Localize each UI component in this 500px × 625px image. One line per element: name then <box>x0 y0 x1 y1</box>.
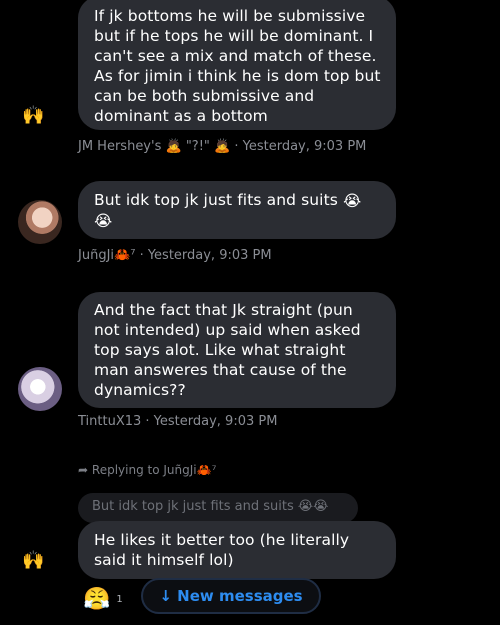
weary-face-icon: 🙇 <box>214 139 231 154</box>
wave-emoji-icon: 🙌 <box>22 550 45 571</box>
message-meta: JM Hershey's 🙇 "?!" 🙇 · Yesterday, 9:03 … <box>78 139 366 154</box>
new-messages-label: ↓ New messages <box>159 587 303 605</box>
replying-to-label[interactable]: ➦ Replying to JuñgJi🦀⁷ <box>78 463 216 477</box>
avatar[interactable] <box>18 367 62 411</box>
loudly-crying-face-icon: 😭😭 <box>297 499 329 514</box>
message-text: man answeres that cause of the <box>94 361 347 379</box>
new-messages-button[interactable]: ↓ New messages <box>141 578 321 614</box>
message-text: As for jimin i think he is dom top but <box>94 67 381 85</box>
message-line: 😭 <box>94 211 380 232</box>
author-name[interactable]: TinttuX13 <box>78 414 141 429</box>
message-text: And the fact that Jk straight (pun <box>94 301 353 319</box>
author-suffix: "?!" <box>185 139 210 154</box>
quoted-text: But idk top jk just fits and suits <box>92 499 294 514</box>
pouting-face-icon: 😤 <box>83 587 111 612</box>
timestamp: · Yesterday, 9:03 PM <box>234 139 367 154</box>
quoted-message[interactable]: But idk top jk just fits and suits 😭😭 <box>78 493 358 523</box>
message-bubble[interactable]: But idk top jk just fits and suits 😭 😭 <box>78 181 396 239</box>
weary-face-icon: 🙇 <box>165 139 182 154</box>
message-text: If jk bottoms he will be submissive <box>94 7 366 25</box>
loudly-crying-face-icon: 😭 <box>94 212 113 230</box>
message-text: But idk top jk just fits and suits <box>94 191 338 209</box>
message-text: said it himself lol) <box>94 551 234 569</box>
message-text: but if he tops he will be dominant. I <box>94 27 374 45</box>
wave-emoji-icon: 🙌 <box>22 105 45 126</box>
message-line: But idk top jk just fits and suits 😭 <box>94 190 380 211</box>
message-meta: TinttuX13 · Yesterday, 9:03 PM <box>78 414 277 429</box>
reply-arrow-icon: ➦ <box>78 463 89 477</box>
message-text: dominant as a bottom <box>94 107 268 125</box>
message-bubble[interactable]: If jk bottoms he will be submissive but … <box>78 0 396 130</box>
message-bubble[interactable]: And the fact that Jk straight (pun not i… <box>78 292 396 408</box>
author-suffix: ⁷ <box>130 248 136 263</box>
reaction-count: 1 <box>116 594 123 605</box>
avatar[interactable] <box>18 200 62 244</box>
message-text: dynamics?? <box>94 381 186 399</box>
message-text: not intended) up said when asked <box>94 321 361 339</box>
author-name[interactable]: JuñgJi <box>78 248 114 263</box>
message-bubble[interactable]: He likes it better too (he literally sai… <box>78 521 396 579</box>
message-text: top says alot. Like what straight <box>94 341 346 359</box>
message-text: can be both submissive and <box>94 87 315 105</box>
replying-to-suffix: ⁷ <box>211 463 217 477</box>
crab-icon: 🦀 <box>196 463 212 477</box>
message-text: can't see a mix and match of these. <box>94 47 377 65</box>
timestamp: · Yesterday, 9:03 PM <box>145 414 278 429</box>
timestamp: · Yesterday, 9:03 PM <box>139 248 272 263</box>
message-meta: JuñgJi🦀⁷ · Yesterday, 9:03 PM <box>78 248 272 263</box>
crab-icon: 🦀 <box>114 248 131 263</box>
message-text: He likes it better too (he literally <box>94 531 350 549</box>
reaction[interactable]: 😤 1 <box>83 587 123 612</box>
author-name[interactable]: JM Hershey's <box>78 139 161 154</box>
loudly-crying-face-icon: 😭 <box>342 191 362 210</box>
replying-to-text: Replying to JuñgJi <box>91 463 197 477</box>
